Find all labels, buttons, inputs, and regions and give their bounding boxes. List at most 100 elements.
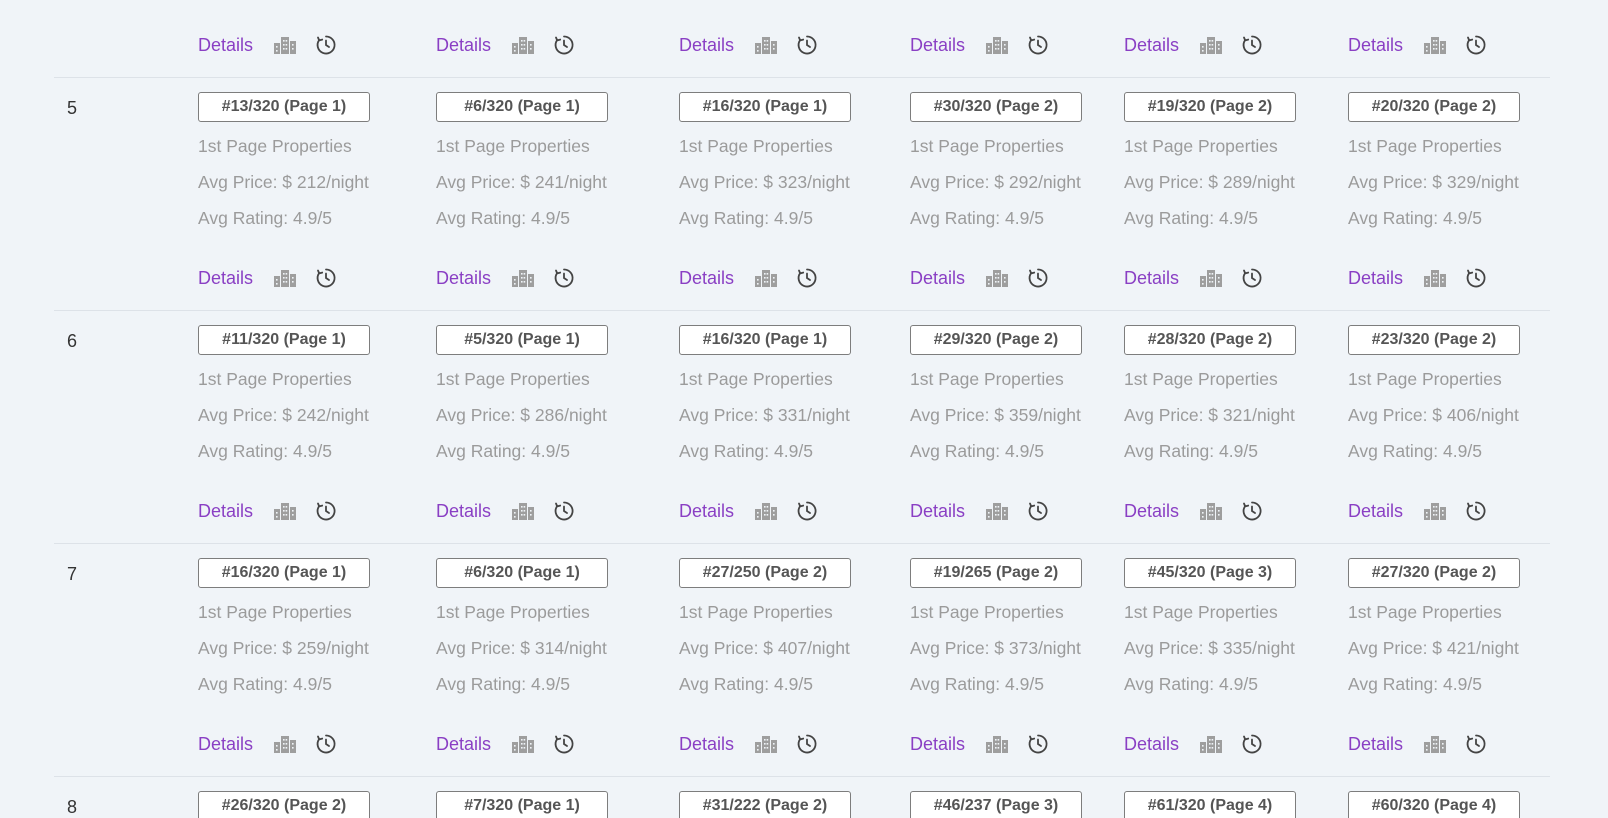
building-icon[interactable] [511,501,535,521]
details-link[interactable]: Details [1348,501,1403,522]
rank-badge[interactable]: #28/320 (Page 2) [1124,325,1296,355]
rank-badge[interactable]: #7/320 (Page 1) [436,791,608,818]
rank-badge[interactable]: #31/222 (Page 2) [679,791,851,818]
clock-history-icon[interactable] [553,733,575,755]
details-link[interactable]: Details [1348,268,1403,289]
rank-badge[interactable]: #23/320 (Page 2) [1348,325,1520,355]
clock-history-icon[interactable] [1241,267,1263,289]
building-icon[interactable] [754,35,778,55]
rank-badge[interactable]: #27/320 (Page 2) [1348,558,1520,588]
clock-history-icon[interactable] [796,500,818,522]
building-icon[interactable] [1423,734,1447,754]
details-link[interactable]: Details [910,268,965,289]
rank-badge[interactable]: #27/250 (Page 2) [679,558,851,588]
building-icon[interactable] [1199,734,1223,754]
clock-history-icon[interactable] [1241,733,1263,755]
rank-badge[interactable]: #16/320 (Page 1) [198,558,370,588]
building-icon[interactable] [754,268,778,288]
clock-history-icon[interactable] [1465,500,1487,522]
details-link[interactable]: Details [679,734,734,755]
building-icon[interactable] [511,734,535,754]
rank-badge[interactable]: #6/320 (Page 1) [436,558,608,588]
clock-history-icon[interactable] [315,267,337,289]
clock-history-icon[interactable] [1465,733,1487,755]
building-icon[interactable] [985,501,1009,521]
clock-history-icon[interactable] [315,34,337,56]
building-icon[interactable] [1199,501,1223,521]
rank-badge[interactable]: #5/320 (Page 1) [436,325,608,355]
clock-history-icon[interactable] [315,500,337,522]
details-link[interactable]: Details [198,35,253,56]
building-icon[interactable] [1423,268,1447,288]
details-link[interactable]: Details [679,268,734,289]
details-link[interactable]: Details [1124,268,1179,289]
rank-badge[interactable]: #19/265 (Page 2) [910,558,1082,588]
rank-badge[interactable]: #11/320 (Page 1) [198,325,370,355]
building-icon[interactable] [985,35,1009,55]
rank-badge[interactable]: #16/320 (Page 1) [679,92,851,122]
details-link[interactable]: Details [679,501,734,522]
clock-history-icon[interactable] [553,267,575,289]
clock-history-icon[interactable] [1027,733,1049,755]
building-icon[interactable] [273,35,297,55]
building-icon[interactable] [511,35,535,55]
details-link[interactable]: Details [436,35,491,56]
rank-badge[interactable]: #26/320 (Page 2) [198,791,370,818]
clock-history-icon[interactable] [1241,34,1263,56]
details-link[interactable]: Details [198,501,253,522]
building-icon[interactable] [511,268,535,288]
building-icon[interactable] [273,268,297,288]
rank-badge[interactable]: #46/237 (Page 3) [910,791,1082,818]
clock-history-icon[interactable] [1027,267,1049,289]
details-link[interactable]: Details [1124,501,1179,522]
rank-badge[interactable]: #20/320 (Page 2) [1348,92,1520,122]
details-link[interactable]: Details [198,268,253,289]
clock-history-icon[interactable] [1027,34,1049,56]
building-icon[interactable] [1423,501,1447,521]
rank-badge[interactable]: #16/320 (Page 1) [679,325,851,355]
building-icon[interactable] [1423,35,1447,55]
clock-history-icon[interactable] [1241,500,1263,522]
building-icon[interactable] [273,501,297,521]
clock-history-icon[interactable] [553,34,575,56]
rank-badge[interactable]: #61/320 (Page 4) [1124,791,1296,818]
building-icon[interactable] [1199,35,1223,55]
building-icon[interactable] [754,501,778,521]
details-link[interactable]: Details [1124,734,1179,755]
clock-history-icon[interactable] [796,34,818,56]
rank-badge[interactable]: #13/320 (Page 1) [198,92,370,122]
avg-rating: Avg Rating: 4.9/5 [679,674,813,694]
details-link[interactable]: Details [679,35,734,56]
details-link[interactable]: Details [436,268,491,289]
details-link[interactable]: Details [436,501,491,522]
details-link[interactable]: Details [198,734,253,755]
clock-history-icon[interactable] [796,267,818,289]
rank-badge[interactable]: #60/320 (Page 4) [1348,791,1520,818]
details-link[interactable]: Details [1124,35,1179,56]
details-link[interactable]: Details [1348,734,1403,755]
building-icon[interactable] [985,734,1009,754]
clock-history-icon[interactable] [553,500,575,522]
clock-history-icon[interactable] [796,733,818,755]
building-icon[interactable] [754,734,778,754]
rank-badge[interactable]: #30/320 (Page 2) [910,92,1082,122]
rank-badge[interactable]: #29/320 (Page 2) [910,325,1082,355]
rank-badge[interactable]: #6/320 (Page 1) [436,92,608,122]
rank-badge[interactable]: #19/320 (Page 2) [1124,92,1296,122]
building-icon[interactable] [1199,268,1223,288]
building-icon[interactable] [985,268,1009,288]
cell-actions: Details [1348,729,1487,759]
rank-badge[interactable]: #45/320 (Page 3) [1124,558,1296,588]
details-link[interactable]: Details [910,734,965,755]
cell-actions: Details [910,30,1049,60]
details-link[interactable]: Details [436,734,491,755]
building-icon[interactable] [273,734,297,754]
avg-price: Avg Price: $ 289/night [1124,172,1295,192]
details-link[interactable]: Details [1348,35,1403,56]
details-link[interactable]: Details [910,35,965,56]
clock-history-icon[interactable] [315,733,337,755]
clock-history-icon[interactable] [1465,34,1487,56]
clock-history-icon[interactable] [1465,267,1487,289]
details-link[interactable]: Details [910,501,965,522]
clock-history-icon[interactable] [1027,500,1049,522]
